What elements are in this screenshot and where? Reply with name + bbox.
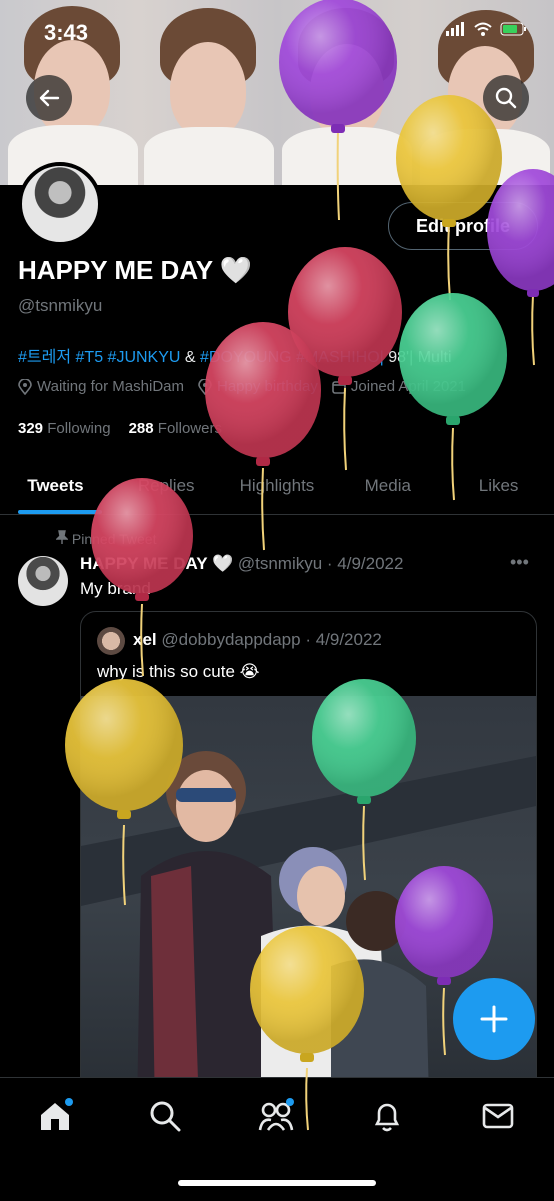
quote-handle: @dobbydappdapp bbox=[161, 630, 301, 649]
tab-likes[interactable]: Likes bbox=[443, 458, 554, 514]
location-icon bbox=[18, 378, 32, 395]
profile-tabs: Tweets Replies Highlights Media Likes bbox=[0, 458, 554, 515]
quote-header: xel @dobbydappdapp · 4/9/2022 bbox=[133, 630, 382, 649]
bio-tag[interactable]: #T5 bbox=[76, 349, 104, 366]
follow-counts: 329 Following 288 Followers bbox=[18, 420, 222, 437]
quote-text: why is this so cute 😭 bbox=[97, 662, 260, 681]
home-icon[interactable] bbox=[35, 1096, 75, 1136]
tab-media[interactable]: Media bbox=[332, 458, 443, 514]
profile-joined: Joined April 2021 bbox=[350, 378, 466, 395]
tab-highlights[interactable]: Highlights bbox=[222, 458, 333, 514]
notifications-icon[interactable] bbox=[367, 1096, 407, 1136]
quote-date: 4/9/2022 bbox=[315, 630, 382, 649]
profile-handle: @tsnmikyu bbox=[18, 296, 103, 315]
wifi-icon bbox=[474, 22, 492, 41]
banner-photo-2 bbox=[138, 0, 276, 185]
tab-tweets[interactable]: Tweets bbox=[0, 458, 111, 514]
profile-name: HAPPY ME DAY 🤍 bbox=[18, 255, 253, 285]
tweet-avatar[interactable] bbox=[18, 556, 68, 606]
profile-meta: Waiting for MashiDam Happy birthday Join… bbox=[18, 378, 466, 395]
communities-icon[interactable] bbox=[256, 1096, 296, 1136]
followers-link[interactable]: 288 Followers bbox=[129, 420, 222, 437]
tweet-text: My brand bbox=[80, 579, 151, 598]
profile-avatar[interactable] bbox=[18, 162, 102, 246]
home-indicator[interactable] bbox=[178, 1180, 376, 1186]
bio-tag[interactable]: #JUNKYU bbox=[108, 349, 181, 366]
search-icon bbox=[495, 87, 517, 109]
signal-icon bbox=[446, 22, 466, 41]
bio-text: 98'| bbox=[388, 349, 414, 366]
edit-profile-button[interactable]: Edit profile bbox=[388, 202, 538, 250]
tweet-author[interactable]: HAPPY ME DAY 🤍 bbox=[80, 554, 233, 573]
profile-bio: #트레저 #T5 #JUNKYU & #DOYOUNG #MASHIHO| 98… bbox=[18, 343, 452, 367]
status-icons bbox=[446, 22, 528, 41]
bio-text: Multi bbox=[417, 349, 452, 366]
search-icon[interactable] bbox=[145, 1096, 185, 1136]
search-button[interactable] bbox=[483, 75, 529, 121]
bio-tag[interactable]: #MASHIHO| bbox=[296, 349, 384, 366]
profile-birthday: Happy birthday bbox=[216, 378, 318, 395]
status-time: 3:43 bbox=[44, 20, 89, 45]
tweet-date: 4/9/2022 bbox=[337, 554, 404, 573]
balloon-purple bbox=[487, 169, 554, 366]
quote-avatar bbox=[97, 627, 125, 655]
compose-tweet-button[interactable] bbox=[453, 978, 535, 1060]
plus-icon bbox=[480, 1005, 508, 1033]
location-icon bbox=[198, 378, 212, 395]
banner-photo-3 bbox=[276, 0, 414, 185]
bio-tag[interactable]: #DOYOUNG bbox=[200, 349, 292, 366]
arrow-left-icon bbox=[39, 89, 60, 107]
tab-replies[interactable]: Replies bbox=[111, 458, 222, 514]
quote-author: xel bbox=[133, 630, 157, 649]
pinned-label: Pinned Tweet bbox=[55, 530, 156, 547]
following-link[interactable]: 329 Following bbox=[18, 420, 111, 437]
tweet-handle: @tsnmikyu bbox=[237, 554, 323, 573]
more-icon[interactable]: ••• bbox=[510, 552, 529, 573]
battery-icon bbox=[500, 22, 528, 41]
messages-icon[interactable] bbox=[478, 1096, 518, 1136]
bio-text: & bbox=[184, 349, 196, 366]
calendar-icon bbox=[332, 380, 346, 394]
bio-tag[interactable]: #트레저 bbox=[18, 349, 71, 366]
pin-icon bbox=[55, 530, 69, 544]
profile-location: Waiting for MashiDam bbox=[37, 378, 184, 395]
back-button[interactable] bbox=[26, 75, 72, 121]
tweet-header: HAPPY ME DAY 🤍 @tsnmikyu · 4/9/2022 bbox=[80, 554, 404, 573]
